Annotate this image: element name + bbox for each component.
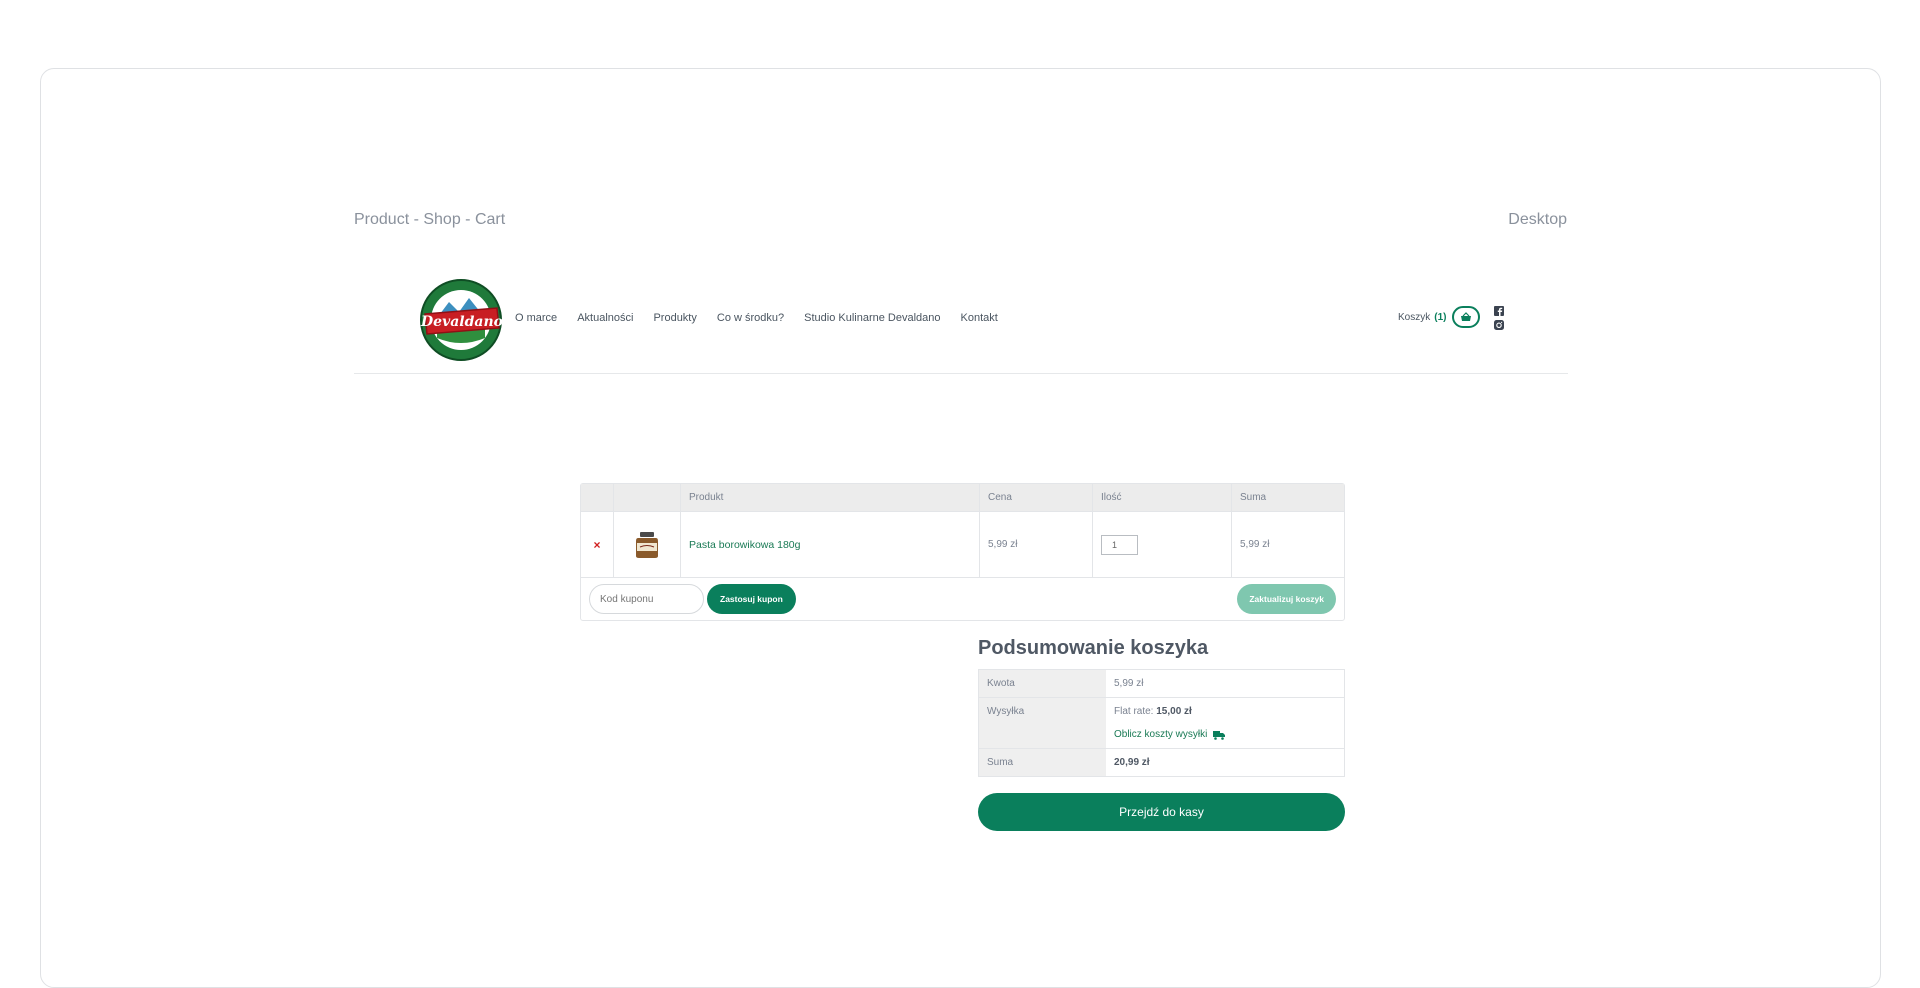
column-header-qty: Ilość [1093, 484, 1232, 511]
nav-item-produkty[interactable]: Produkty [653, 312, 696, 324]
social-links [1494, 303, 1504, 330]
page-label: Product - Shop - Cart [354, 211, 506, 228]
product-thumbnail[interactable] [614, 512, 681, 577]
coupon-code-input[interactable] [589, 584, 704, 614]
cart-label: Koszyk [1398, 311, 1431, 323]
item-subtotal: 5,99 zł [1240, 539, 1270, 550]
cart-table: Produkt Cena Ilość Suma × Pasta borowiko… [580, 483, 1345, 621]
totals-row-subtotal: Kwota 5,99 zł [979, 670, 1344, 698]
basket-icon [1461, 312, 1472, 321]
shipping-method: Flat rate: [1114, 706, 1154, 717]
nav-item-studio-kulinarne[interactable]: Studio Kulinarne Devaldano [804, 312, 940, 324]
column-header-total: Suma [1240, 492, 1267, 503]
main-nav: O marce Aktualności Produkty Co w środku… [515, 312, 1018, 324]
column-header-price: Cena [980, 484, 1093, 511]
shipping-price: 15,00 zł [1156, 706, 1192, 717]
totals-row-total: Suma 20,99 zł [979, 749, 1344, 776]
basket-icon-button[interactable] [1452, 306, 1481, 328]
jar-image [636, 531, 658, 558]
facebook-icon[interactable] [1494, 303, 1504, 316]
proceed-to-checkout-button[interactable]: Przejdź do kasy [978, 793, 1345, 831]
nav-item-kontakt[interactable]: Kontakt [961, 312, 998, 324]
subtotal-label: Kwota [979, 670, 1106, 697]
shipping-label: Wysyłka [979, 698, 1106, 748]
column-header-product: Produkt [681, 484, 980, 511]
apply-coupon-button[interactable]: Zastosuj kupon [707, 584, 796, 614]
nav-item-aktualnosci[interactable]: Aktualności [577, 312, 633, 324]
nav-item-o-marce[interactable]: O marce [515, 312, 557, 324]
calculate-shipping-link[interactable]: Oblicz koszty wysyłki [1114, 729, 1226, 740]
cart-totals-title: Podsumowanie koszyka [978, 637, 1209, 659]
truck-icon [1213, 730, 1226, 740]
nav-item-co-w-srodku[interactable]: Co w środku? [717, 312, 784, 324]
cart-table-header: Produkt Cena Ilość Suma [581, 484, 1344, 512]
totals-row-shipping: Wysyłka Flat rate: 15,00 zł Oblicz koszt… [979, 698, 1344, 749]
calculate-shipping-label: Oblicz koszty wysyłki [1114, 729, 1208, 740]
instagram-icon[interactable] [1494, 317, 1504, 330]
quantity-input[interactable] [1101, 534, 1138, 555]
viewport-label: Desktop [1508, 211, 1567, 228]
cart-totals-table: Kwota 5,99 zł Wysyłka Flat rate: 15,00 z… [978, 669, 1345, 777]
subtotal-value: 5,99 zł [1114, 678, 1144, 689]
item-price: 5,99 zł [980, 512, 1093, 577]
cart-count: (1) [1434, 311, 1447, 323]
logo-wordmark: Devaldano [420, 314, 503, 330]
total-label: Suma [979, 749, 1106, 776]
cart-actions: Zastosuj kupon Zaktualizuj koszyk [581, 578, 1344, 620]
header-cart-link[interactable]: Koszyk (1) [1398, 306, 1481, 328]
remove-item-icon[interactable]: × [593, 538, 600, 552]
brand-logo[interactable]: Devaldano [419, 278, 503, 362]
update-cart-button[interactable]: Zaktualizuj koszyk [1237, 584, 1336, 614]
table-row: × Pasta borowikowa 180g 5,99 zł 5,99 zł [581, 512, 1344, 578]
order-total: 20,99 zł [1114, 757, 1150, 768]
site-header: Devaldano O marce Aktualności Produkty C… [354, 272, 1568, 374]
product-name-link[interactable]: Pasta borowikowa 180g [689, 539, 801, 551]
